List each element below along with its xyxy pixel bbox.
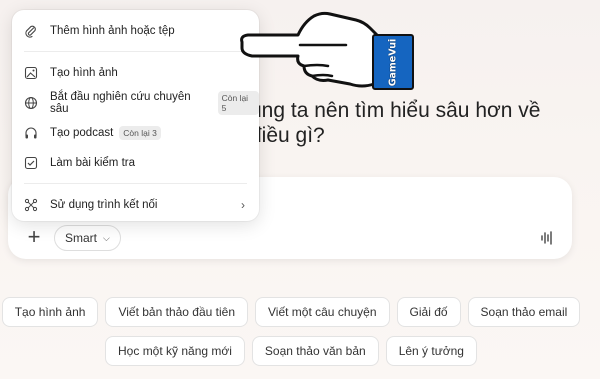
logo-text: GameVui — [387, 38, 399, 86]
menu-divider — [24, 183, 247, 184]
menu-item-attach-label: Thêm hình ảnh hoặc tệp — [50, 25, 175, 37]
chip-create-image[interactable]: Tạo hình ảnh — [1, 297, 99, 327]
menu-item-quiz-label: Làm bài kiểm tra — [50, 157, 136, 169]
connector-icon — [24, 198, 38, 212]
menu-item-quiz[interactable]: Làm bài kiểm tra — [12, 148, 259, 178]
menu-item-connectors-label: Sử dụng trình kết nối — [50, 199, 158, 211]
chip-write-story[interactable]: Viết một câu chuyện — [255, 297, 390, 327]
globe-icon — [24, 96, 38, 110]
deep-research-remaining-badge: Còn lại 5 — [217, 91, 259, 115]
heading-line-1: úng ta nên tìm hiểu sâu hơn về — [250, 99, 541, 122]
menu-item-create-image-label: Tạo hình ảnh — [50, 67, 118, 79]
menu-item-create-image[interactable]: Tạo hình ảnh — [12, 58, 259, 88]
chevron-down-icon: ⌵ — [103, 232, 110, 243]
chevron-right-icon: › — [241, 198, 245, 212]
menu-item-podcast-label: Tạo podcast — [50, 127, 114, 139]
gamevui-logo: GameVui — [372, 34, 414, 90]
chip-row-1: Tạo hình ảnh Viết bản thảo đầu tiên Viết… — [1, 297, 581, 327]
menu-item-podcast[interactable]: Tạo podcast Còn lại 3 — [12, 118, 259, 148]
chip-draft-document[interactable]: Soạn thảo văn bản — [251, 336, 379, 366]
chip-learn-skill[interactable]: Học một kỹ năng mới — [105, 336, 245, 366]
chip-puzzle[interactable]: Giải đố — [396, 297, 461, 327]
chip-brainstorm[interactable]: Lên ý tưởng — [385, 336, 477, 366]
podcast-remaining-badge: Còn lại 3 — [119, 126, 161, 140]
chip-first-draft[interactable]: Viết bản thảo đầu tiên — [105, 297, 248, 327]
suggestion-chips: Tạo hình ảnh Viết bản thảo đầu tiên Viết… — [0, 297, 582, 366]
mode-selector-label: Smart — [65, 231, 98, 245]
add-attachment-button[interactable]: + — [21, 224, 47, 250]
paperclip-icon — [24, 24, 38, 38]
menu-divider — [24, 51, 247, 52]
image-icon — [24, 66, 38, 80]
chip-row-2: Học một kỹ năng mới Soạn thảo văn bản Lê… — [105, 336, 477, 366]
headphones-icon — [24, 126, 38, 140]
menu-item-deep-research[interactable]: Bắt đầu nghiên cứu chuyên sâu Còn lại 5 — [12, 88, 259, 118]
quiz-icon — [24, 156, 38, 170]
page-heading: úng ta nên tìm hiểu sâu hơn về điều gì? — [250, 98, 590, 148]
menu-item-deep-research-label: Bắt đầu nghiên cứu chuyên sâu — [50, 91, 191, 115]
menu-item-attach[interactable]: Thêm hình ảnh hoặc tệp — [12, 16, 259, 46]
mode-selector-button[interactable]: Smart ⌵ — [54, 225, 121, 251]
heading-line-2: điều gì? — [250, 124, 325, 147]
attachment-menu: Thêm hình ảnh hoặc tệp Tạo hình ảnh Bắt … — [12, 10, 259, 221]
menu-item-connectors[interactable]: Sử dụng trình kết nối › — [12, 190, 259, 220]
chip-draft-email[interactable]: Soạn thảo email — [467, 297, 581, 327]
voice-waveform-icon[interactable] — [540, 231, 554, 245]
